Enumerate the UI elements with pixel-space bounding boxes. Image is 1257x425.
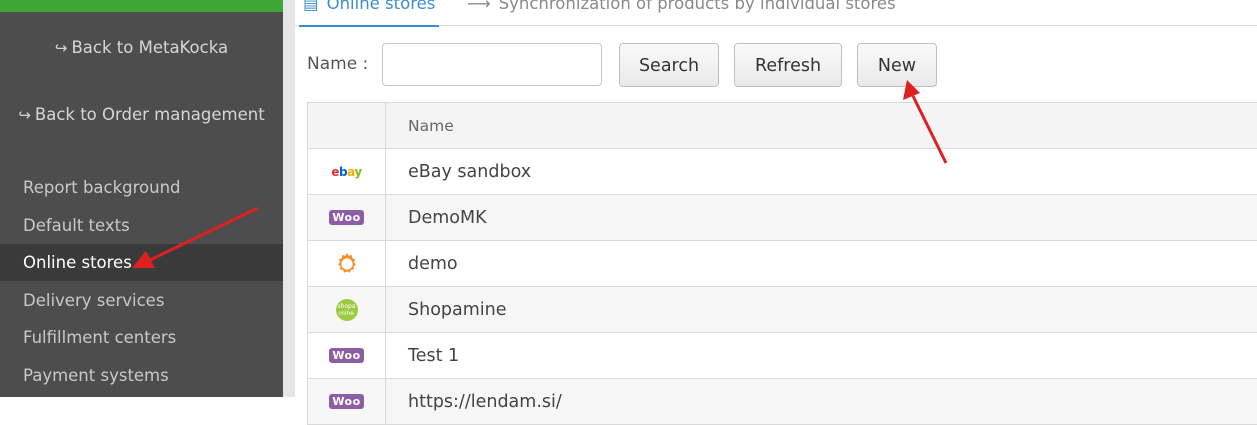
column-header-name[interactable]: Name bbox=[408, 103, 454, 148]
sidebar-item-payment-systems[interactable]: Payment systems bbox=[0, 357, 283, 394]
woocommerce-logo-icon: Woo bbox=[329, 348, 364, 363]
sidebar-item-label: Report background bbox=[23, 178, 181, 197]
sidebar-item-report-background[interactable]: Report background bbox=[0, 169, 283, 206]
refresh-button[interactable]: Refresh bbox=[734, 43, 842, 87]
table-row[interactable]: Woo DemoMK bbox=[307, 195, 1257, 241]
woocommerce-logo-icon: Woo bbox=[329, 394, 364, 409]
row-icon-cell: Woo bbox=[307, 333, 386, 378]
header-icon-cell bbox=[307, 103, 386, 148]
arrow-right-icon: ⟶ bbox=[467, 0, 491, 13]
sidebar-item-label: Delivery services bbox=[23, 291, 165, 310]
row-icon-cell: shopa mine bbox=[307, 287, 386, 332]
new-button[interactable]: New bbox=[857, 43, 937, 87]
store-name: eBay sandbox bbox=[408, 161, 532, 182]
sign-out-icon: ↪ bbox=[18, 106, 31, 124]
name-search-input[interactable] bbox=[382, 43, 602, 86]
store-name: Shopamine bbox=[408, 299, 507, 320]
sidebar: ↪ Back to MetaKocka ↪ Back to Order manage… bbox=[0, 0, 283, 397]
content-gutter bbox=[283, 0, 295, 397]
table-icon: ▤ bbox=[303, 0, 319, 13]
sidebar-item-delivery-services[interactable]: Delivery services bbox=[0, 282, 283, 319]
back-to-order-management-link[interactable]: ↪ Back to Order management bbox=[0, 105, 283, 124]
main-content: ▤ Online stores ⟶ Synchronization of produ… bbox=[295, 0, 1257, 425]
name-label: Name : bbox=[307, 54, 369, 74]
search-button[interactable]: Search bbox=[619, 43, 719, 87]
table-header-row: Name bbox=[307, 103, 1257, 149]
stores-table: Name ebay eBay sandbox Woo DemoMK demo s… bbox=[307, 102, 1257, 425]
sidebar-item-label: Fulfillment centers bbox=[23, 328, 177, 347]
back-link-label: Back to MetaKocka bbox=[71, 38, 229, 57]
row-icon-cell bbox=[307, 241, 386, 286]
row-icon-cell: ebay bbox=[307, 149, 386, 194]
ebay-letter: y bbox=[354, 164, 362, 179]
table-row[interactable]: Woo https://lendam.si/ bbox=[307, 379, 1257, 425]
back-link-label: Back to Order management bbox=[34, 105, 265, 124]
table-row[interactable]: shopa mine Shopamine bbox=[307, 287, 1257, 333]
store-name: DemoMK bbox=[408, 207, 487, 228]
store-name: demo bbox=[408, 253, 458, 274]
back-to-metakocka-link[interactable]: ↪ Back to MetaKocka bbox=[0, 38, 283, 57]
sidebar-item-online-stores[interactable]: Online stores bbox=[0, 244, 283, 281]
ebay-letter: b bbox=[338, 164, 348, 179]
tab-label: Online stores bbox=[326, 0, 436, 13]
store-name: https://lendam.si/ bbox=[408, 391, 562, 412]
gear-logo-icon bbox=[337, 252, 356, 273]
tab-synchronization[interactable]: ⟶ Synchronization of products by individu… bbox=[467, 0, 896, 25]
brand-bar bbox=[0, 0, 283, 12]
sidebar-item-label: Payment systems bbox=[23, 366, 169, 385]
sidebar-item-label: Online stores bbox=[23, 253, 132, 272]
tab-bar: ▤ Online stores ⟶ Synchronization of produ… bbox=[295, 0, 1257, 27]
table-row[interactable]: ebay eBay sandbox bbox=[307, 149, 1257, 195]
ebay-letter: e bbox=[331, 164, 339, 179]
row-icon-cell: Woo bbox=[307, 379, 386, 424]
sidebar-item-label: Default texts bbox=[23, 216, 130, 235]
sign-out-icon: ↪ bbox=[54, 39, 68, 57]
table-row[interactable]: demo bbox=[307, 241, 1257, 287]
row-icon-cell: Woo bbox=[307, 195, 386, 240]
woocommerce-logo-icon: Woo bbox=[329, 210, 364, 225]
table-row[interactable]: Woo Test 1 bbox=[307, 333, 1257, 379]
sidebar-item-default-texts[interactable]: Default texts bbox=[0, 207, 283, 244]
shopamine-logo-icon: shopa mine bbox=[335, 298, 358, 321]
tab-online-stores[interactable]: ▤ Online stores bbox=[299, 0, 440, 27]
store-name: Test 1 bbox=[408, 345, 460, 366]
ebay-logo-icon: ebay bbox=[331, 164, 362, 179]
tab-label: Synchronization of products by individua… bbox=[498, 0, 896, 13]
sidebar-item-fulfillment-centers[interactable]: Fulfillment centers bbox=[0, 319, 283, 356]
